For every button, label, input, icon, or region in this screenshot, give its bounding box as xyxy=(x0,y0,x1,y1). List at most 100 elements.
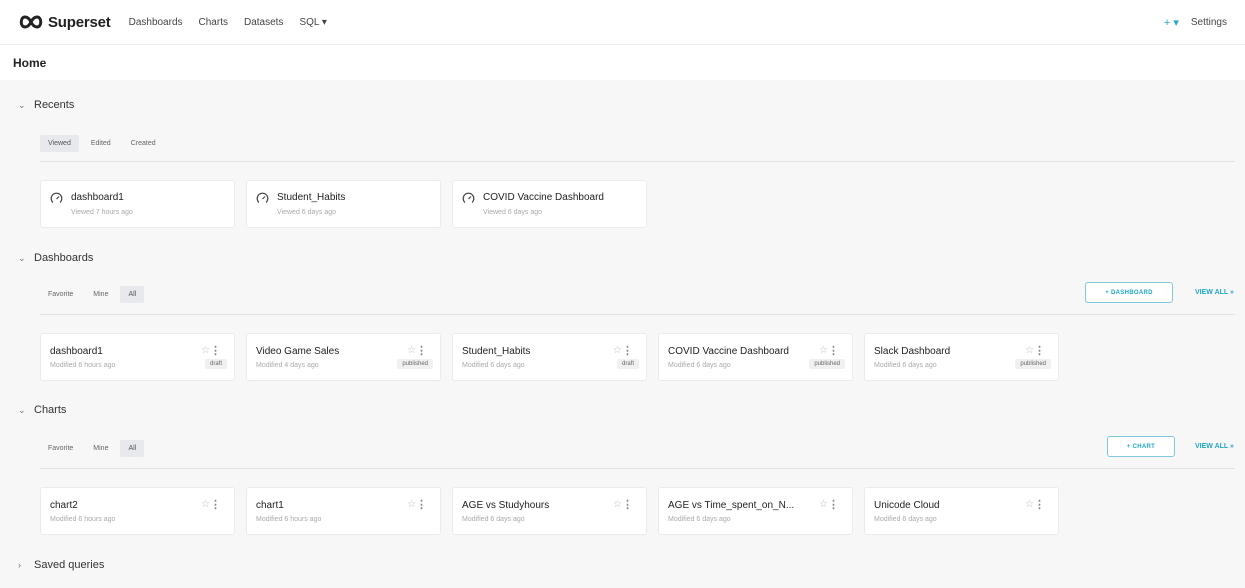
chart-card[interactable]: AGE vs Studyhours Modified 6 days ago ☆ … xyxy=(452,487,647,535)
recents-tabs: Viewed Edited Created xyxy=(40,135,164,152)
star-outline-icon[interactable]: ☆ xyxy=(613,499,622,510)
page-header: Home xyxy=(0,44,1245,80)
card-subtitle: Viewed 6 days ago xyxy=(277,209,337,216)
dashboard-card[interactable]: COVID Vaccine Dashboard Modified 6 days … xyxy=(658,333,853,381)
star-outline-icon[interactable]: ☆ xyxy=(201,345,210,356)
chart-card[interactable]: chart2 Modified 6 hours ago ☆ ⋮ xyxy=(40,487,235,535)
tab-viewed[interactable]: Viewed xyxy=(40,135,79,152)
recent-card[interactable]: COVID Vaccine Dashboard Viewed 6 days ag… xyxy=(452,180,647,228)
gauge-icon xyxy=(462,192,475,210)
star-outline-icon[interactable]: ☆ xyxy=(819,345,828,356)
nav-datasets[interactable]: Datasets xyxy=(244,17,283,28)
tab-favorite[interactable]: Favorite xyxy=(40,440,81,457)
dashboards-tabs: Favorite Mine All xyxy=(40,286,145,303)
tab-mine[interactable]: Mine xyxy=(85,440,116,457)
card-title: AGE vs Time_spent_on_N... xyxy=(668,500,795,511)
tab-mine[interactable]: Mine xyxy=(85,286,116,303)
card-title: Student_Habits xyxy=(277,192,346,203)
brand-logo[interactable]: Superset xyxy=(18,14,111,31)
card-subtitle: Modified 6 days ago xyxy=(874,516,937,523)
plus-menu-button[interactable]: + ▾ xyxy=(1164,16,1179,29)
status-badge: published xyxy=(809,359,845,369)
gauge-icon xyxy=(256,192,269,210)
section-saved-queries-toggle[interactable]: › Saved queries xyxy=(18,559,104,571)
gauge-icon xyxy=(50,192,63,210)
view-all-dashboards-link[interactable]: VIEW ALL » xyxy=(1195,289,1234,296)
star-outline-icon[interactable]: ☆ xyxy=(1025,499,1034,510)
section-title: Charts xyxy=(34,404,67,416)
tab-all[interactable]: All xyxy=(120,286,145,303)
tab-favorite[interactable]: Favorite xyxy=(40,286,81,303)
card-subtitle: Modified 6 hours ago xyxy=(256,516,322,523)
card-title: COVID Vaccine Dashboard xyxy=(668,346,789,357)
star-outline-icon[interactable]: ☆ xyxy=(201,499,210,510)
chart-card[interactable]: AGE vs Time_spent_on_N... Modified 6 day… xyxy=(658,487,853,535)
chart-card[interactable]: chart1 Modified 6 hours ago ☆ ⋮ xyxy=(246,487,441,535)
page-title: Home xyxy=(13,55,47,70)
dashboard-card[interactable]: Slack Dashboard Modified 6 days ago ☆ ⋮ … xyxy=(864,333,1059,381)
tab-all[interactable]: All xyxy=(120,440,145,457)
divider xyxy=(40,468,1235,469)
more-vertical-icon[interactable]: ⋮ xyxy=(1034,498,1045,511)
section-title: Saved queries xyxy=(34,559,105,571)
tab-edited[interactable]: Edited xyxy=(83,135,119,152)
star-outline-icon[interactable]: ☆ xyxy=(613,345,622,356)
add-chart-button[interactable]: + CHART xyxy=(1107,436,1175,457)
status-badge: published xyxy=(397,359,433,369)
recent-card[interactable]: dashboard1 Viewed 7 hours ago xyxy=(40,180,235,228)
dashboard-card[interactable]: dashboard1 Modified 6 hours ago ☆ ⋮ draf… xyxy=(40,333,235,381)
section-charts-toggle[interactable]: ⌄ Charts xyxy=(18,404,66,416)
card-title: Unicode Cloud xyxy=(874,500,940,511)
more-vertical-icon[interactable]: ⋮ xyxy=(828,498,839,511)
add-dashboard-button[interactable]: + DASHBOARD xyxy=(1085,282,1173,303)
chevron-down-icon: ⌄ xyxy=(18,252,26,263)
more-vertical-icon[interactable]: ⋮ xyxy=(210,498,221,511)
status-badge: published xyxy=(1015,359,1051,369)
card-subtitle: Modified 4 days ago xyxy=(256,362,319,369)
divider xyxy=(40,314,1235,315)
star-outline-icon[interactable]: ☆ xyxy=(407,499,416,510)
chevron-right-icon: › xyxy=(18,560,21,570)
more-vertical-icon[interactable]: ⋮ xyxy=(416,498,427,511)
section-recents-toggle[interactable]: ⌄ Recents xyxy=(18,99,74,111)
card-subtitle: Modified 6 days ago xyxy=(462,362,525,369)
more-vertical-icon[interactable]: ⋮ xyxy=(416,344,427,357)
dashboard-card[interactable]: Student_Habits Modified 6 days ago ☆ ⋮ d… xyxy=(452,333,647,381)
more-vertical-icon[interactable]: ⋮ xyxy=(210,344,221,357)
recent-card[interactable]: Student_Habits Viewed 6 days ago xyxy=(246,180,441,228)
superset-logo-icon xyxy=(19,15,43,29)
more-vertical-icon[interactable]: ⋮ xyxy=(622,344,633,357)
nav-sql-menu[interactable]: SQL ▾ xyxy=(299,17,326,28)
top-navbar: Superset Dashboards Charts Datasets SQL … xyxy=(0,0,1245,44)
charts-tabs: Favorite Mine All xyxy=(40,440,145,457)
card-title: dashboard1 xyxy=(71,192,124,203)
star-outline-icon[interactable]: ☆ xyxy=(1025,345,1034,356)
card-subtitle: Modified 6 hours ago xyxy=(50,362,116,369)
more-vertical-icon[interactable]: ⋮ xyxy=(828,344,839,357)
card-title: Student_Habits xyxy=(462,346,531,357)
section-dashboards-toggle[interactable]: ⌄ Dashboards xyxy=(18,252,93,264)
more-vertical-icon[interactable]: ⋮ xyxy=(1034,344,1045,357)
card-title: dashboard1 xyxy=(50,346,103,357)
divider xyxy=(40,161,1235,162)
card-title: chart1 xyxy=(256,500,284,511)
more-vertical-icon[interactable]: ⋮ xyxy=(622,498,633,511)
chevron-down-icon: ⌄ xyxy=(18,404,26,415)
view-all-charts-link[interactable]: VIEW ALL » xyxy=(1195,443,1234,450)
nav-dashboards[interactable]: Dashboards xyxy=(129,17,183,28)
status-badge: draft xyxy=(616,359,639,369)
tab-created[interactable]: Created xyxy=(123,135,164,152)
star-outline-icon[interactable]: ☆ xyxy=(819,499,828,510)
settings-menu[interactable]: Settings xyxy=(1191,17,1227,28)
chart-card[interactable]: Unicode Cloud Modified 6 days ago ☆ ⋮ xyxy=(864,487,1059,535)
card-subtitle: Modified 6 days ago xyxy=(668,362,731,369)
card-subtitle: Modified 6 days ago xyxy=(462,516,525,523)
card-subtitle: Modified 6 days ago xyxy=(874,362,937,369)
star-outline-icon[interactable]: ☆ xyxy=(407,345,416,356)
card-title: Slack Dashboard xyxy=(874,346,951,357)
section-title: Dashboards xyxy=(34,252,94,264)
brand-name: Superset xyxy=(48,13,111,31)
section-title: Recents xyxy=(34,99,75,111)
dashboard-card[interactable]: Video Game Sales Modified 4 days ago ☆ ⋮… xyxy=(246,333,441,381)
nav-charts[interactable]: Charts xyxy=(199,17,228,28)
